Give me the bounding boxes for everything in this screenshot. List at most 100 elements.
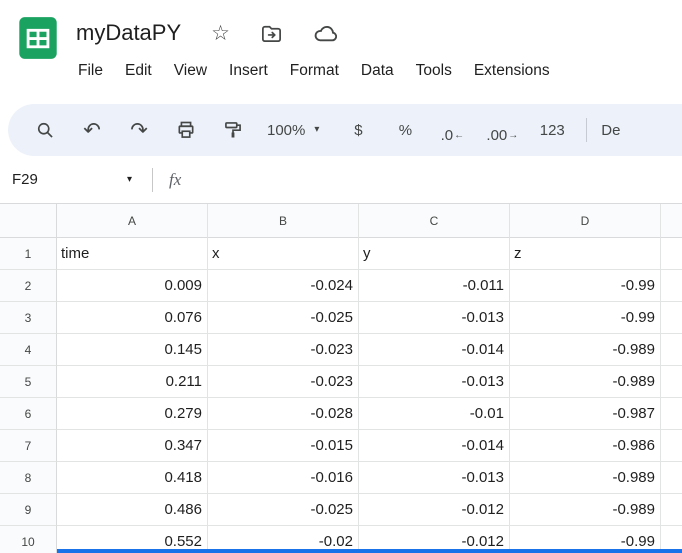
cell-B5[interactable]: -0.023 [208,366,359,398]
menu-insert[interactable]: Insert [218,58,279,84]
row-header-8[interactable]: 8 [0,462,57,494]
row-header-2[interactable]: 2 [0,270,57,302]
increase-decimal-label: .00 [486,127,507,144]
name-box[interactable]: F29 ▾ [10,171,138,188]
undo-icon[interactable]: ↶ [79,116,105,144]
print-icon[interactable] [173,116,199,144]
sheet-row-6: 60.279-0.028-0.01-0.987 [0,398,682,430]
column-header-C[interactable]: C [359,204,510,238]
cell-partial-8[interactable] [661,462,682,494]
cell-C6[interactable]: -0.01 [359,398,510,430]
cell-C4[interactable]: -0.014 [359,334,510,366]
format-percent-button[interactable]: % [392,116,418,144]
cell-B9[interactable]: -0.025 [208,494,359,526]
cell-D5[interactable]: -0.989 [510,366,661,398]
row-header-3[interactable]: 3 [0,302,57,334]
sheet-row-2: 20.009-0.024-0.011-0.99 [0,270,682,302]
cell-partial-4[interactable] [661,334,682,366]
cell-partial-7[interactable] [661,430,682,462]
row-header-9[interactable]: 9 [0,494,57,526]
cell-D4[interactable]: -0.989 [510,334,661,366]
cell-D6[interactable]: -0.987 [510,398,661,430]
row-header-6[interactable]: 6 [0,398,57,430]
cell-C9[interactable]: -0.012 [359,494,510,526]
formula-bar: F29 ▾ fx [0,156,682,204]
sheets-logo-icon[interactable] [16,16,60,60]
cell-partial-6[interactable] [661,398,682,430]
cloud-save-status-icon[interactable] [313,21,338,46]
sheet-row-8: 80.418-0.016-0.013-0.989 [0,462,682,494]
cell-A1[interactable]: time [57,238,208,270]
select-all-corner[interactable] [0,204,57,238]
cell-partial-3[interactable] [661,302,682,334]
cell-A4[interactable]: 0.145 [57,334,208,366]
cell-partial-1[interactable] [661,238,682,270]
column-header-D[interactable]: D [510,204,661,238]
menu-view[interactable]: View [163,58,218,84]
star-icon[interactable]: ☆ [211,23,230,44]
zoom-selector[interactable]: 100% ▾ [267,122,319,139]
paint-format-icon[interactable] [220,116,246,144]
move-to-folder-icon[interactable] [260,22,283,45]
redo-icon[interactable]: ↷ [126,116,152,144]
cell-A7[interactable]: 0.347 [57,430,208,462]
number-format-button[interactable]: 123 [539,116,565,144]
increase-decimal-button[interactable]: .00 → [486,116,518,144]
cell-B4[interactable]: -0.023 [208,334,359,366]
search-icon[interactable] [32,116,58,144]
cell-partial-9[interactable] [661,494,682,526]
row-header-1[interactable]: 1 [0,238,57,270]
menu-extensions[interactable]: Extensions [463,58,561,84]
cell-C1[interactable]: y [359,238,510,270]
menu-bar: File Edit View Insert Format Data Tools … [76,54,561,88]
cell-C2[interactable]: -0.011 [359,270,510,302]
cell-C8[interactable]: -0.013 [359,462,510,494]
bottom-edge-highlight-line [57,549,682,553]
cell-A9[interactable]: 0.486 [57,494,208,526]
cell-B8[interactable]: -0.016 [208,462,359,494]
cell-B2[interactable]: -0.024 [208,270,359,302]
row-header-7[interactable]: 7 [0,430,57,462]
row-header-5[interactable]: 5 [0,366,57,398]
menu-edit[interactable]: Edit [114,58,163,84]
menu-tools[interactable]: Tools [405,58,463,84]
cell-C3[interactable]: -0.013 [359,302,510,334]
cell-D2[interactable]: -0.99 [510,270,661,302]
cell-D8[interactable]: -0.989 [510,462,661,494]
column-header-partial[interactable] [661,204,682,238]
row-header-4[interactable]: 4 [0,334,57,366]
toolbar-divider [586,118,587,142]
font-family-selector[interactable]: De [601,122,620,139]
arrow-left-icon: ← [454,128,464,144]
row-header-10[interactable]: 10 [0,526,57,553]
cell-B6[interactable]: -0.028 [208,398,359,430]
cell-partial-5[interactable] [661,366,682,398]
cell-D3[interactable]: -0.99 [510,302,661,334]
cell-C5[interactable]: -0.013 [359,366,510,398]
format-currency-button[interactable]: $ [345,116,371,144]
chevron-down-icon: ▾ [127,175,132,185]
document-title[interactable]: myDataPY [76,20,181,46]
cell-A5[interactable]: 0.211 [57,366,208,398]
cell-B7[interactable]: -0.015 [208,430,359,462]
menu-file[interactable]: File [76,58,114,84]
cell-C7[interactable]: -0.014 [359,430,510,462]
cell-D9[interactable]: -0.989 [510,494,661,526]
menu-format[interactable]: Format [279,58,350,84]
sheet-row-9: 90.486-0.025-0.012-0.989 [0,494,682,526]
cell-partial-2[interactable] [661,270,682,302]
decrease-decimal-button[interactable]: .0 ← [439,116,465,144]
cell-A8[interactable]: 0.418 [57,462,208,494]
menu-data[interactable]: Data [350,58,405,84]
cell-D1[interactable]: z [510,238,661,270]
cell-B1[interactable]: x [208,238,359,270]
spreadsheet-grid: ABCD 1timexyz20.009-0.024-0.011-0.9930.0… [0,204,682,553]
cell-B3[interactable]: -0.025 [208,302,359,334]
cell-D7[interactable]: -0.986 [510,430,661,462]
sheet-row-3: 30.076-0.025-0.013-0.99 [0,302,682,334]
column-header-B[interactable]: B [208,204,359,238]
cell-A2[interactable]: 0.009 [57,270,208,302]
cell-A6[interactable]: 0.279 [57,398,208,430]
column-header-A[interactable]: A [57,204,208,238]
cell-A3[interactable]: 0.076 [57,302,208,334]
